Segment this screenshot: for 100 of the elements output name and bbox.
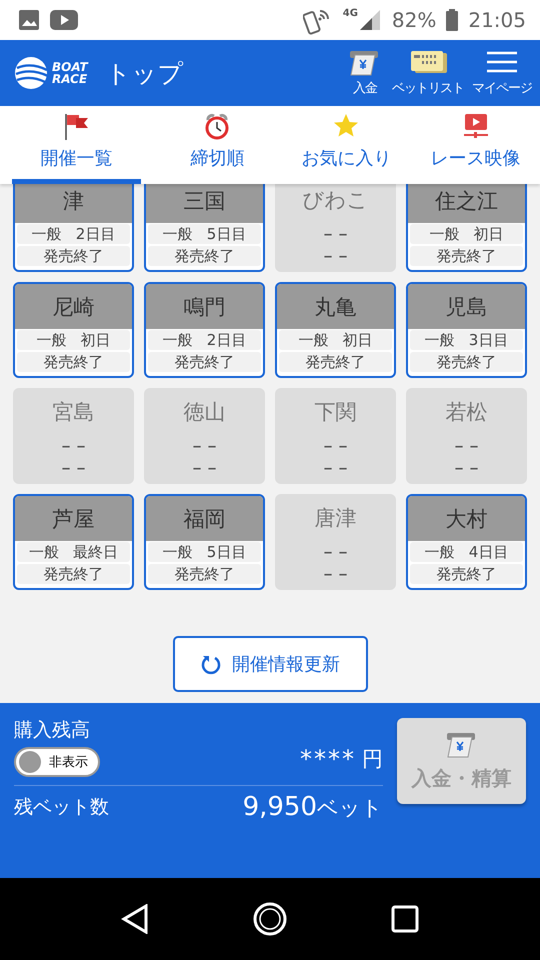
race-grade: 一般 [162,542,193,562]
race-grade: －－ [320,224,350,244]
logo-text: BOAT [52,61,88,73]
venue-card[interactable]: 若松 －－ －－ [406,388,527,484]
venue-name: 若松 [444,398,488,426]
back-icon[interactable] [121,904,150,934]
race-grade: 一般 [424,542,455,562]
bets-label: 残ベット数 [14,795,109,820]
race-day: 2日目 [76,224,116,244]
venue-card[interactable]: 福岡 一般 5日目 発売終了 [144,494,265,590]
venue-name: 鳴門 [146,284,263,329]
race-day: 初日 [342,330,372,350]
race-day: 初日 [80,330,110,350]
sales-status: －－ [190,458,220,478]
venue-card[interactable]: 徳山 －－ －－ [144,388,265,484]
sales-status: 発売終了 [44,352,104,372]
bets-value: 9,950 [242,792,317,822]
tab[interactable]: レース映像 [411,106,540,184]
tab[interactable]: お気に入り [282,106,411,184]
sales-status: －－ [320,246,350,266]
race-day: 4日目 [468,542,508,562]
race-grade: 一般 [162,224,193,244]
sales-status: 発売終了 [436,564,496,584]
venue-card[interactable]: 宮島 －－ －－ [13,388,134,484]
refresh-icon [200,653,222,675]
visibility-toggle[interactable]: 非表示 [14,747,100,777]
venue-name: 下関 [314,398,358,426]
balance-label: 購入残高 [14,718,91,743]
currency-unit: 円 [362,746,383,773]
race-grade: －－ [190,436,220,456]
race-grade: 一般 [32,224,62,244]
race-grade: －－ [320,436,350,456]
race-grade: 一般 [430,224,460,244]
sales-status: 発売終了 [436,352,496,372]
sales-status: －－ [58,458,88,478]
venue-name: 徳山 [182,398,226,426]
race-grade: 一般 [162,330,193,350]
refresh-button[interactable]: 開催情報更新 [172,636,368,692]
venue-card[interactable]: びわこ －－ －－ [275,184,396,272]
race-grade: 一般 [424,330,455,350]
tab[interactable]: 締切順 [153,106,282,184]
venue-name: 芦屋 [15,496,132,541]
race-day: 最終日 [73,542,118,562]
venue-card[interactable]: 住之江 一般 初日 発売終了 [406,184,527,272]
header-action[interactable]: ベットリスト [388,49,468,97]
battery-icon [446,9,458,31]
battery-percent: 82% [392,8,436,32]
race-day: 5日目 [206,224,246,244]
sales-status: 発売終了 [44,246,104,266]
venue-name: 福岡 [146,496,263,541]
venue-name: 宮島 [52,398,96,426]
sales-status: －－ [320,458,350,478]
venue-name: びわこ [302,186,370,214]
sales-status: 発売終了 [44,564,104,584]
venue-name: 大村 [408,496,525,541]
home-icon[interactable] [252,901,288,937]
sales-status: －－ [452,458,482,478]
race-grade: 一般 [29,542,59,562]
race-grade: －－ [58,436,88,456]
venue-name: 津 [15,184,132,223]
race-day: 5日目 [206,542,246,562]
network-type: 4G [342,8,358,19]
venue-card[interactable]: 丸亀 一般 初日 発売終了 [275,282,396,378]
sales-status: 発売終了 [174,352,234,372]
race-day: 初日 [474,224,504,244]
venue-name: 尼崎 [15,284,132,329]
venue-card[interactable]: 三国 一般 5日目 発売終了 [144,184,265,272]
logo-icon [14,56,48,90]
gallery-icon [18,9,40,31]
video-play-icon [50,10,78,30]
venue-name: 住之江 [408,184,525,223]
venue-card[interactable]: 芦屋 一般 最終日 発売終了 [13,494,134,590]
venue-card[interactable]: 鳴門 一般 2日目 発売終了 [144,282,265,378]
bets-unit: ベット [317,795,383,822]
balance-amount: **** [300,745,356,773]
race-day: 2日目 [206,330,246,350]
race-day: 3日目 [468,330,508,350]
venue-name: 三国 [146,184,263,223]
venue-card[interactable]: 尼崎 一般 初日 発売終了 [13,282,134,378]
sales-status: 発売終了 [174,246,234,266]
clock-time: 21:05 [468,8,526,32]
venue-card[interactable]: 唐津 －－ －－ [275,494,396,590]
page-title: トップ [106,58,185,90]
venue-card[interactable]: 津 一般 2日目 発売終了 [13,184,134,272]
sales-status: 発売終了 [436,246,496,266]
venue-card[interactable]: 児島 一般 3日目 発売終了 [406,282,527,378]
race-grade: 一般 [36,330,66,350]
race-grade: 一般 [298,330,328,350]
sales-status: －－ [320,564,350,584]
venue-name: 児島 [408,284,525,329]
venue-card[interactable]: 大村 一般 4日目 発売終了 [406,494,527,590]
sales-status: 発売終了 [174,564,234,584]
header-action[interactable]: マイページ [468,49,536,97]
recent-apps-icon[interactable] [390,905,419,933]
header-action[interactable]: 入金 [342,49,388,97]
venue-card[interactable]: 下関 －－ －－ [275,388,396,484]
signal-icon [358,8,382,32]
race-grade: －－ [452,436,482,456]
race-grade: －－ [320,542,350,562]
sales-status: 発売終了 [306,352,366,372]
